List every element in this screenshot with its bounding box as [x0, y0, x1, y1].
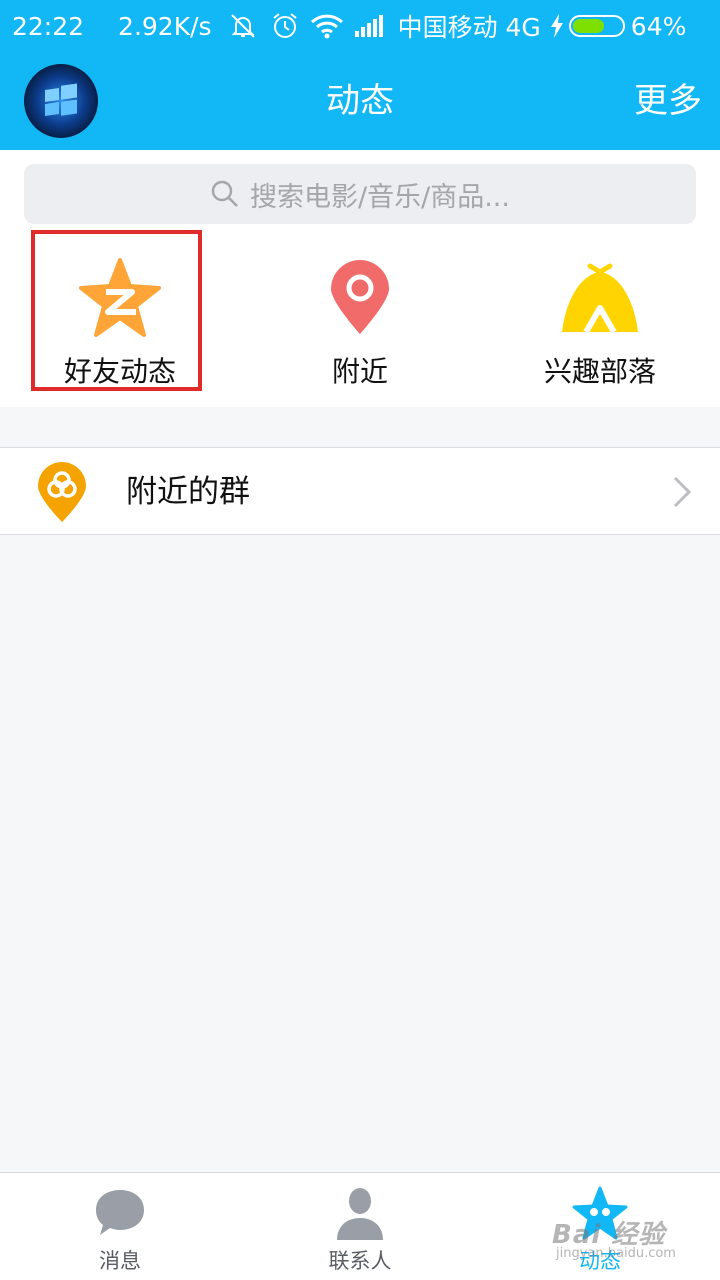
tent-icon [558, 256, 642, 340]
list-item-nearby-groups[interactable]: 附近的群 [0, 447, 720, 535]
status-carrier: 中国移动 4G [397, 13, 541, 42]
location-pin-icon [318, 256, 402, 340]
feature-label: 附近 [331, 355, 388, 388]
battery-icon [568, 15, 625, 37]
search-placeholder: 搜索电影/音乐/商品... [250, 181, 510, 213]
highlight-frame [31, 230, 202, 391]
tab-messages[interactable]: 消息 [0, 1173, 240, 1280]
list-item-label: 附近的群 [126, 474, 250, 510]
battery-level-fill [572, 19, 604, 33]
status-bar: 22:22 2.92K/s 中国移动 4G 64% [0, 0, 720, 52]
search-input[interactable]: 搜索电影/音乐/商品... [24, 164, 696, 224]
tab-label: 联系人 [328, 1249, 392, 1273]
mute-icon [226, 9, 260, 43]
tab-label: 消息 [99, 1249, 141, 1273]
more-button[interactable]: 更多 [634, 52, 702, 150]
nearby-group-icon [36, 462, 88, 524]
tab-contacts[interactable]: 联系人 [240, 1173, 480, 1280]
feature-nearby[interactable]: 附近 [240, 230, 480, 390]
signal-icon [352, 9, 386, 43]
status-time: 22:22 [12, 11, 85, 41]
wifi-icon [310, 9, 344, 43]
chevron-right-icon [672, 476, 692, 508]
title-bar: 动态 更多 [0, 52, 720, 150]
feature-interest-tribe[interactable]: 兴趣部落 [480, 230, 720, 390]
message-bubble-icon [92, 1185, 148, 1241]
alarm-icon [268, 9, 302, 43]
contact-person-icon [332, 1185, 388, 1241]
page-title: 动态 [326, 81, 394, 121]
discover-panel: 搜索电影/音乐/商品... 好友动态 附近 兴趣部落 [0, 150, 720, 407]
charging-icon [549, 9, 565, 43]
feature-label: 兴趣部落 [543, 355, 656, 388]
search-icon [210, 179, 240, 209]
watermark-url: jingyan.baidu.com [556, 1246, 676, 1261]
status-battery-percent: 64% [630, 11, 687, 41]
status-network-speed: 2.92K/s [118, 11, 212, 41]
